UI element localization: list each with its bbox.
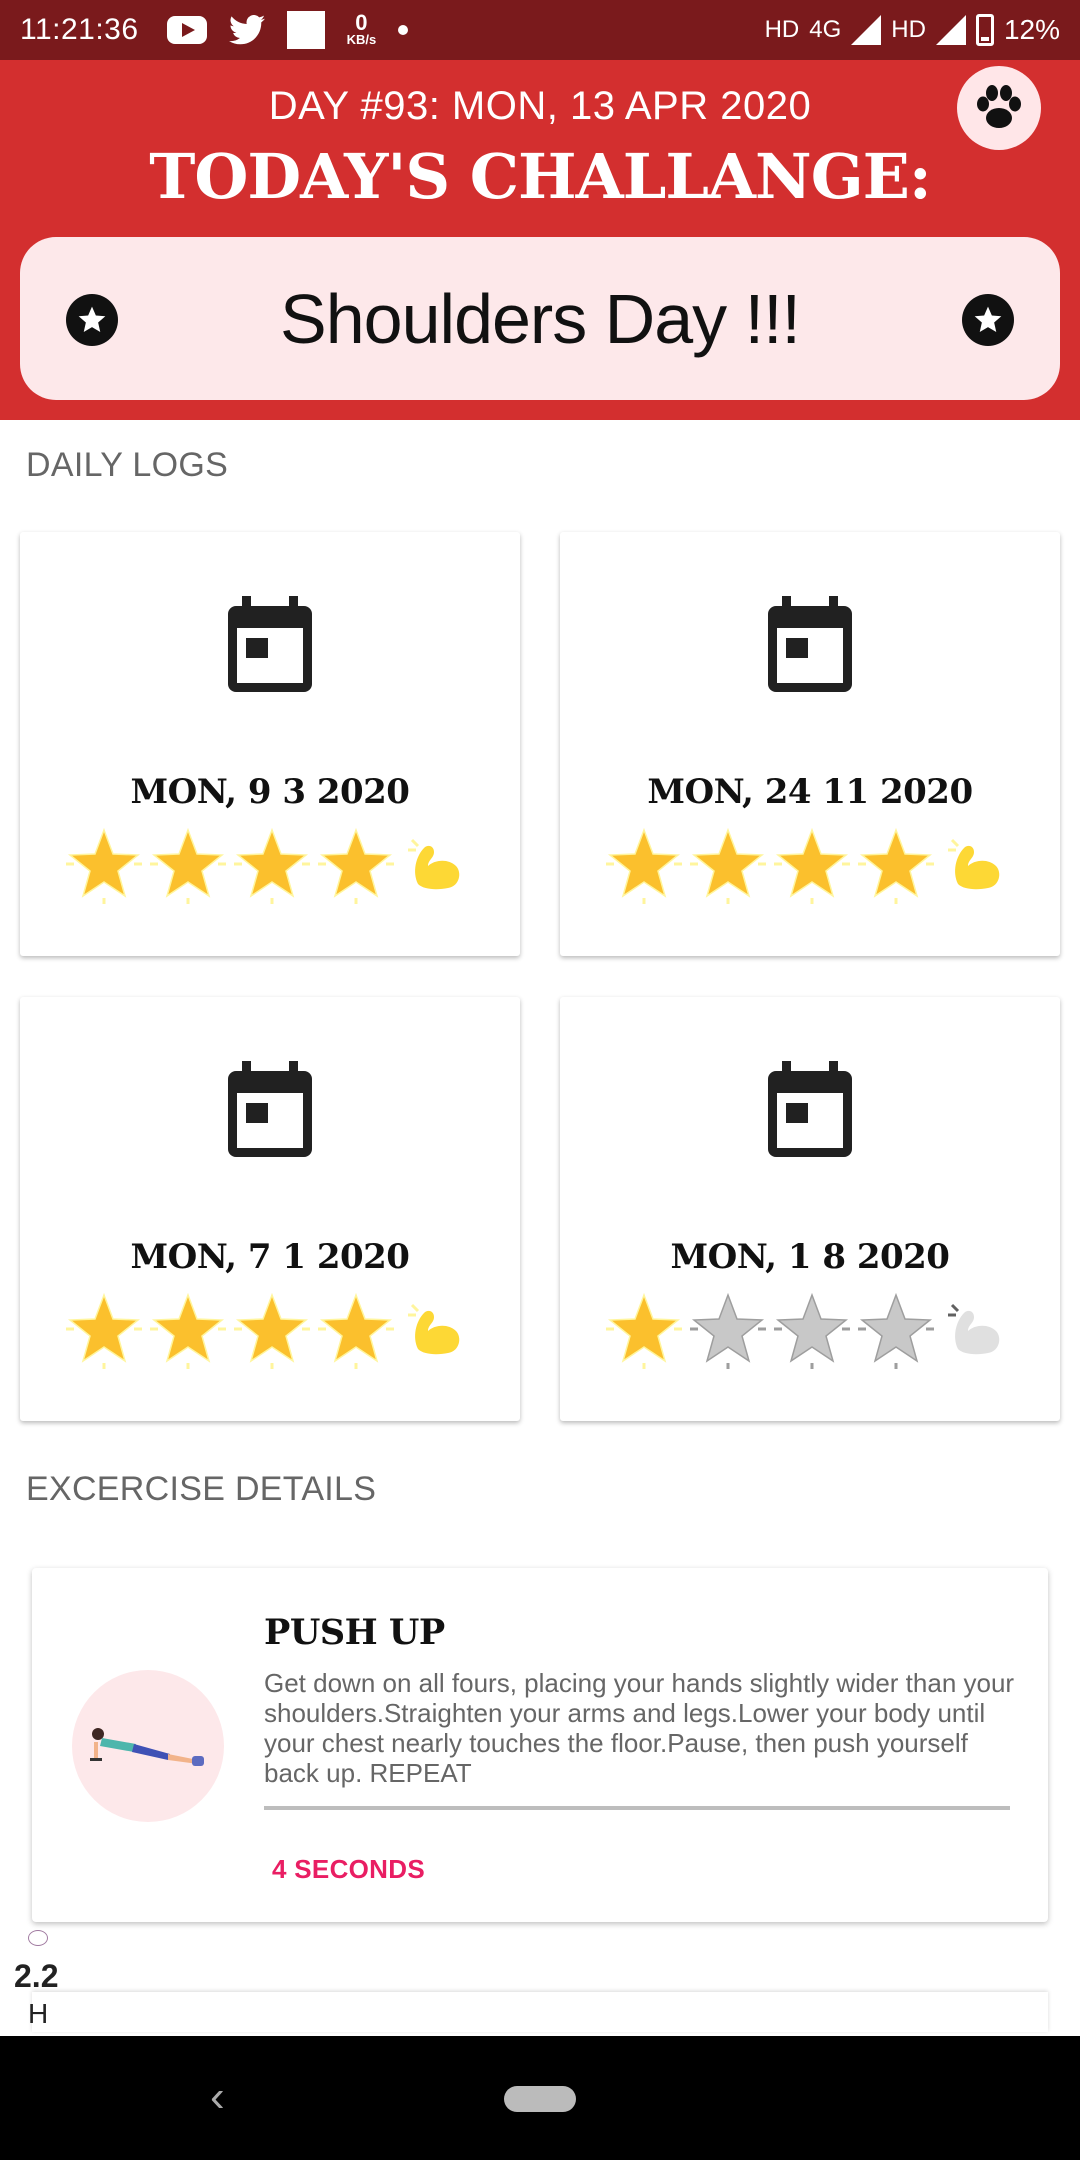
star-icon: [774, 1292, 850, 1369]
calendar-icon: [226, 1061, 314, 1164]
challenge-title: TODAY'S CHALLANGE:: [149, 140, 932, 213]
star-icon: [150, 827, 226, 904]
battery-icon: [975, 14, 994, 46]
star-icon: [690, 1292, 766, 1369]
flexed-bicep-icon: [408, 838, 460, 890]
challenge-card: Shoulders Day !!!: [20, 237, 1060, 400]
status-bar: 11:21:36 0 KB/s HD 4G HD 12%: [0, 0, 1080, 60]
daily-log-card[interactable]: MON, 7 1 2020: [20, 997, 520, 1421]
log-date: MON, 24 11 2020: [647, 772, 973, 812]
star-rating: [604, 824, 1008, 904]
notification-icons: 0 KB/s: [166, 10, 409, 49]
back-icon[interactable]: ‹: [210, 2072, 225, 2122]
star-icon: [66, 1292, 142, 1369]
star-icon: [150, 1292, 226, 1369]
hd-label-2: HD: [891, 16, 926, 43]
network-type-label: 4G: [809, 16, 842, 43]
star-icon: [318, 827, 394, 904]
signal-icon: [851, 15, 882, 45]
star-icon: [66, 827, 142, 904]
log-date: MON, 9 3 2020: [130, 772, 410, 812]
notification-square-icon: [286, 11, 325, 49]
star-icon: [774, 827, 850, 904]
exercise-description: Get down on all fours, placing your hand…: [264, 1668, 1015, 1788]
flexed-bicep-icon: [408, 1303, 460, 1355]
daily-log-card[interactable]: MON, 9 3 2020: [20, 532, 520, 956]
calendar-icon: [226, 596, 314, 699]
star-rating: [64, 1289, 468, 1369]
star-rating: [64, 824, 468, 904]
challenge-name: Shoulders Day !!!: [280, 279, 801, 358]
daily-logs-title: DAILY LOGS: [26, 446, 229, 484]
star-icon: [690, 827, 766, 904]
calendar-icon: [766, 596, 854, 699]
exercise-card[interactable]: PUSH UP Get down on all fours, placing y…: [32, 1568, 1048, 1922]
log-date: MON, 1 8 2020: [670, 1237, 950, 1277]
exercise-name: PUSH UP: [264, 1612, 445, 1653]
twitter-icon: [228, 15, 265, 45]
calendar-icon: [766, 1061, 854, 1164]
net-speed: 0 KB/s: [346, 10, 377, 47]
star-icon: [858, 827, 934, 904]
hd-label: HD: [764, 16, 800, 43]
flexed-bicep-icon: [948, 1303, 1000, 1355]
star-rating: [604, 1289, 1008, 1369]
more-notifications-dot-icon: [398, 25, 409, 35]
daily-log-card[interactable]: MON, 24 11 2020: [560, 532, 1060, 956]
push-up-icon: [90, 1728, 204, 1766]
star-icon: [234, 1292, 310, 1369]
exercise-details-title: EXCERCISE DETAILS: [26, 1470, 377, 1508]
divider: [264, 1806, 1010, 1810]
system-indicators: HD 4G HD 12%: [765, 14, 1060, 46]
star-icon: [606, 1292, 682, 1369]
star-icon: [318, 1292, 394, 1369]
overlay-value: 2.2: [14, 1958, 59, 1994]
navigation-bar: ‹: [0, 2036, 1080, 2160]
status-time: 11:21:36: [20, 13, 139, 46]
overlay-unit: H: [28, 1998, 49, 2029]
flexed-bicep-icon: [948, 838, 1000, 890]
day-line: DAY #93: MON, 13 APR 2020: [268, 84, 812, 128]
star-circle-icon: [66, 294, 118, 346]
signal-icon-2: [935, 15, 966, 45]
challenge-header: DAY #93: MON, 13 APR 2020 TODAY'S CHALLA…: [0, 60, 1080, 420]
daily-log-card[interactable]: MON, 1 8 2020: [560, 997, 1060, 1421]
star-icon: [234, 827, 310, 904]
paw-icon: [977, 85, 1021, 128]
home-pill-button[interactable]: [504, 2086, 576, 2112]
overlay-gem-icon: [28, 1930, 48, 1946]
star-circle-icon: [962, 294, 1014, 346]
star-icon: [606, 827, 682, 904]
star-icon: [858, 1292, 934, 1369]
battery-percent: 12%: [1003, 14, 1060, 45]
next-exercise-card[interactable]: [32, 1992, 1048, 2032]
exercise-avatar: [72, 1670, 224, 1822]
exercise-duration: 4 SECONDS: [272, 1854, 425, 1884]
log-date: MON, 7 1 2020: [130, 1237, 410, 1277]
youtube-icon: [166, 16, 207, 44]
paw-button[interactable]: [957, 66, 1041, 150]
